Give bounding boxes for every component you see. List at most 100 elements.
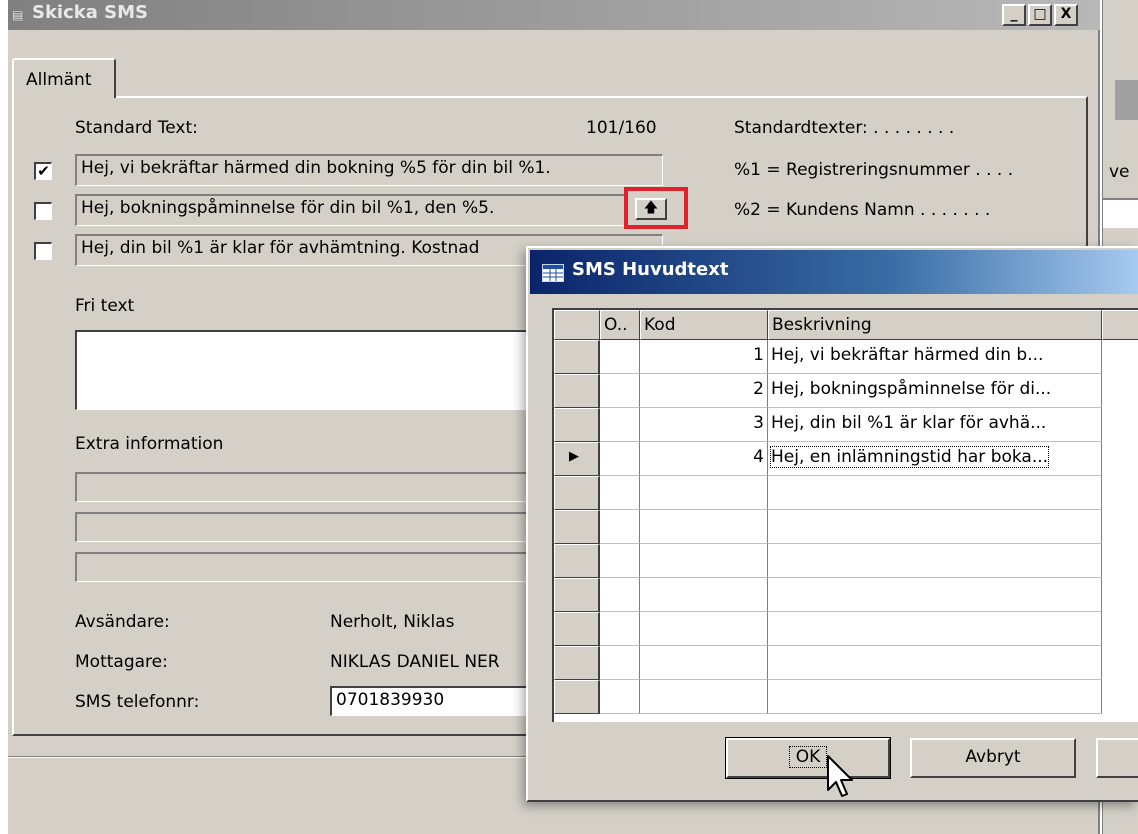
cell-kod[interactable]: [640, 578, 768, 612]
column-header-kod[interactable]: Kod: [640, 310, 768, 340]
row-selector[interactable]: [554, 612, 600, 646]
cell-o[interactable]: [600, 510, 640, 544]
assist-edit-button[interactable]: 🡅: [635, 198, 667, 220]
cell-kod[interactable]: [640, 476, 768, 510]
fri-text-input[interactable]: [75, 330, 535, 410]
cell-beskrivning[interactable]: [768, 612, 1102, 646]
cell-beskrivning[interactable]: [768, 510, 1102, 544]
window-title: Skicka SMS: [32, 2, 148, 23]
extra-information-label: Extra information: [75, 434, 224, 454]
cell-kod[interactable]: 2: [640, 374, 768, 408]
sms-telefonnr-label: SMS telefonnr:: [75, 692, 200, 712]
cell-beskrivning[interactable]: [768, 680, 1102, 714]
row-selector[interactable]: [554, 510, 600, 544]
cell-kod[interactable]: 4: [640, 442, 768, 476]
row-selector-current[interactable]: ▶: [554, 442, 600, 476]
current-row-marker-icon: ▶: [569, 449, 579, 464]
row-selector-header[interactable]: [554, 310, 600, 340]
extra-information-field-3[interactable]: [75, 552, 535, 582]
window-menu-icon[interactable]: ▤: [12, 8, 26, 22]
cell-o[interactable]: [600, 544, 640, 578]
mottagare-label: Mottagare:: [75, 652, 168, 672]
cell-beskrivning[interactable]: [768, 646, 1102, 680]
cell-beskrivning[interactable]: [768, 544, 1102, 578]
table-row-empty[interactable]: [554, 476, 1138, 510]
table-row-empty[interactable]: [554, 510, 1138, 544]
row-selector[interactable]: [554, 374, 600, 408]
table-row[interactable]: 1 Hej, vi bekräftar härmed din b...: [554, 340, 1138, 374]
avsandare-label: Avsändare:: [75, 612, 170, 632]
cell-beskrivning[interactable]: Hej, din bil %1 är klar för avhä...: [768, 408, 1102, 442]
arrow-up-icon: 🡅: [643, 200, 659, 216]
row-selector[interactable]: [554, 476, 600, 510]
standard-text-label: Standard Text:: [75, 118, 198, 138]
extra-information-field-1[interactable]: [75, 472, 535, 502]
cell-o[interactable]: [600, 408, 640, 442]
cell-kod[interactable]: [640, 612, 768, 646]
sms-telefonnr-input[interactable]: 0701839930: [330, 686, 536, 716]
cell-beskrivning-text: Hej, en inlämningstid har boka...: [769, 446, 1050, 468]
row-selector[interactable]: [554, 578, 600, 612]
standard-text-checkbox-3[interactable]: [34, 242, 52, 260]
maximize-button[interactable]: □: [1028, 4, 1052, 26]
standard-text-field-2[interactable]: Hej, bokningspåminnelse för din bil %1, …: [75, 194, 625, 226]
cell-beskrivning[interactable]: Hej, vi bekräftar härmed din b...: [768, 340, 1102, 374]
table-row-empty[interactable]: [554, 646, 1138, 680]
column-header-o[interactable]: O..: [600, 310, 640, 340]
cell-kod[interactable]: [640, 680, 768, 714]
help-item-kundens-namn: %2 = Kundens Namn . . . . . . .: [734, 200, 991, 220]
close-button[interactable]: X: [1054, 4, 1078, 26]
standard-text-field-1[interactable]: Hej, vi bekräftar härmed din bokning %5 …: [75, 154, 663, 186]
table-row-empty[interactable]: [554, 544, 1138, 578]
table-row-empty[interactable]: [554, 578, 1138, 612]
mouse-cursor-icon: [826, 754, 854, 800]
cell-kod[interactable]: [640, 544, 768, 578]
cell-beskrivning[interactable]: [768, 476, 1102, 510]
cell-beskrivning[interactable]: Hej, bokningspåminnelse för di...: [768, 374, 1102, 408]
window-titlebar[interactable]: ▤ Skicka SMS _ □ X: [8, 0, 1100, 30]
cell-beskrivning[interactable]: [768, 578, 1102, 612]
table-row[interactable]: 3 Hej, din bil %1 är klar för avhä...: [554, 408, 1138, 442]
row-selector[interactable]: [554, 340, 600, 374]
extra-information-field-2[interactable]: [75, 512, 535, 542]
row-selector[interactable]: [554, 544, 600, 578]
cell-kod[interactable]: [640, 510, 768, 544]
row-selector[interactable]: [554, 646, 600, 680]
cell-o[interactable]: [600, 578, 640, 612]
cell-o[interactable]: [600, 340, 640, 374]
table-row[interactable]: 2 Hej, bokningspåminnelse för di...: [554, 374, 1138, 408]
minimize-button[interactable]: _: [1002, 4, 1026, 26]
cell-beskrivning-focused[interactable]: Hej, en inlämningstid har boka...: [768, 442, 1102, 476]
help-item-registreringsnummer: %1 = Registreringsnummer . . . .: [734, 160, 1014, 180]
tab-allmant-label: Allmänt: [26, 70, 92, 90]
row-selector[interactable]: [554, 408, 600, 442]
char-counter: 101/160: [586, 118, 657, 138]
table-row-empty[interactable]: [554, 680, 1138, 714]
cell-o[interactable]: [600, 374, 640, 408]
cell-o[interactable]: [600, 476, 640, 510]
cell-o[interactable]: [600, 442, 640, 476]
column-header-beskrivning[interactable]: Beskrivning: [768, 310, 1102, 340]
standard-text-checkbox-2[interactable]: [34, 202, 52, 220]
cell-kod[interactable]: 1: [640, 340, 768, 374]
standard-text-checkbox-1[interactable]: ✔: [34, 162, 52, 180]
cancel-button[interactable]: Avbryt: [910, 738, 1076, 778]
row-selector[interactable]: [554, 680, 600, 714]
cell-o[interactable]: [600, 680, 640, 714]
cell-kod[interactable]: [640, 646, 768, 680]
table-row-selected[interactable]: ▶ 4 Hej, en inlämningstid har boka...: [554, 442, 1138, 476]
help-button-partial[interactable]: [1096, 738, 1138, 778]
ok-button-label: OK: [788, 746, 828, 768]
sms-huvudtext-dialog: SMS Huvudtext O.. Kod Beskrivning 1 Hej,…: [526, 246, 1138, 802]
mottagare-value: NIKLAS DANIEL NER: [330, 652, 500, 672]
cell-o[interactable]: [600, 612, 640, 646]
table-row-empty[interactable]: [554, 612, 1138, 646]
cell-o[interactable]: [600, 646, 640, 680]
ok-button[interactable]: OK: [725, 737, 891, 779]
dialog-title: SMS Huvudtext: [572, 259, 729, 280]
tab-allmant[interactable]: Allmänt: [12, 58, 116, 98]
column-header-filler: [1102, 310, 1138, 340]
dialog-titlebar[interactable]: SMS Huvudtext: [530, 250, 1138, 294]
background-scrollbar: [1115, 80, 1138, 120]
cell-kod[interactable]: 3: [640, 408, 768, 442]
